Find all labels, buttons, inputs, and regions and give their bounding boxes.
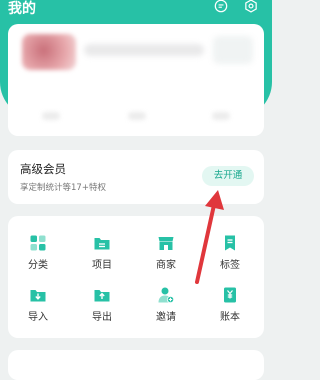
invite-user-icon xyxy=(157,286,175,304)
feature-label: 标签 xyxy=(220,260,240,271)
export-icon xyxy=(93,286,111,304)
premium-title: 高级会员 xyxy=(20,162,66,176)
feature-label: 项目 xyxy=(92,260,112,271)
category-grid-icon xyxy=(29,234,47,252)
profile-card[interactable] xyxy=(8,24,264,136)
store-icon xyxy=(157,234,175,252)
feature-label: 导出 xyxy=(92,312,112,323)
feature-label: 商家 xyxy=(156,260,176,271)
feature-item-invite[interactable]: 邀请 xyxy=(138,286,194,323)
feature-label: 账本 xyxy=(220,312,240,323)
folder-icon xyxy=(93,234,111,252)
feature-label: 分类 xyxy=(28,260,48,271)
feature-label: 邀请 xyxy=(156,312,176,323)
ledger-icon xyxy=(221,286,239,304)
gear-icon[interactable] xyxy=(244,0,258,13)
tag-icon xyxy=(221,234,239,252)
activate-premium-button[interactable]: 去开通 xyxy=(202,166,254,186)
bottom-card xyxy=(8,350,264,380)
feature-item-category[interactable]: 分类 xyxy=(10,234,66,271)
premium-membership-card: 高级会员 享定制统计等17+特权 去开通 xyxy=(8,150,264,204)
page-title: 我的 xyxy=(8,1,36,17)
import-icon xyxy=(29,286,47,304)
feature-item-export[interactable]: 导出 xyxy=(74,286,130,323)
feature-grid: 分类 项目 商家 标签 导入 导出 邀请 账本 xyxy=(8,216,264,338)
feature-label: 导入 xyxy=(28,312,48,323)
stat-blurred xyxy=(212,112,230,120)
stat-blurred xyxy=(42,112,60,120)
profile-badge-blurred xyxy=(213,36,253,64)
stat-blurred xyxy=(128,112,146,120)
chat-bubble-icon[interactable] xyxy=(214,0,228,13)
avatar xyxy=(22,34,76,70)
feature-item-tag[interactable]: 标签 xyxy=(202,234,258,271)
feature-item-import[interactable]: 导入 xyxy=(10,286,66,323)
feature-item-project[interactable]: 项目 xyxy=(74,234,130,271)
feature-item-ledger[interactable]: 账本 xyxy=(202,286,258,323)
premium-subtitle: 享定制统计等17+特权 xyxy=(20,183,106,193)
feature-item-merchant[interactable]: 商家 xyxy=(138,234,194,271)
profile-name-blurred xyxy=(84,44,204,56)
